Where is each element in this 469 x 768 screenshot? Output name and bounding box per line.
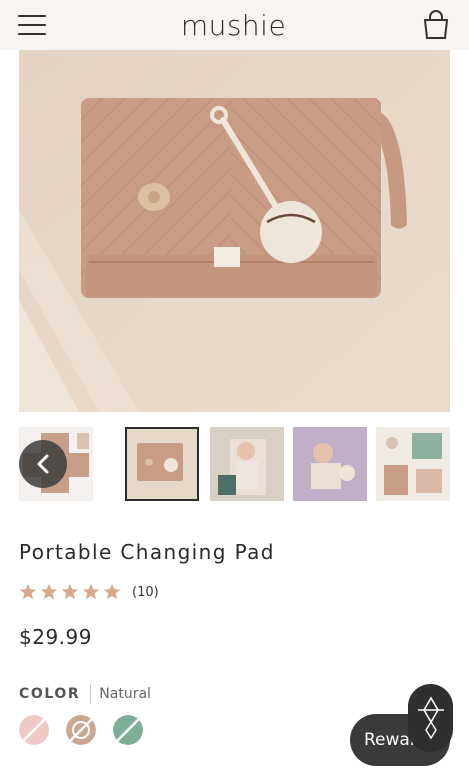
thumbnail-2[interactable] [125,427,199,501]
hamburger-icon[interactable] [18,15,46,35]
rating-count[interactable]: (10) [132,585,159,600]
thumbnail-4[interactable] [293,427,367,501]
divider [90,684,92,704]
color-label: COLOR [19,686,81,702]
color-swatches [19,715,143,745]
thumbnail-3[interactable] [210,427,284,501]
star-icon [40,583,58,600]
star-icon [103,583,121,600]
product-title: Portable Changing Pad [19,540,275,564]
color-swatch-blush[interactable] [19,715,49,745]
product-price: $29.99 [19,625,92,649]
star-icon [61,583,79,600]
product-main-image[interactable] [19,50,450,412]
brand-logo[interactable]: mushie [181,9,286,42]
color-swatch-natural[interactable] [66,715,96,745]
thumbnail-strip [19,427,450,501]
star-icon [82,583,100,600]
selected-color-name: Natural [99,686,151,702]
site-header: mushie [0,0,469,50]
thumbnail-5[interactable] [376,427,450,501]
star-icon [19,583,37,600]
product-rating[interactable]: (10) [19,583,159,601]
color-selector-header: COLOR Natural [19,684,151,704]
rewards-logo-icon[interactable] [408,684,453,752]
color-swatch-sage[interactable] [113,715,143,745]
chevron-left-icon[interactable] [19,440,67,488]
shopping-bag-icon[interactable] [421,10,451,40]
